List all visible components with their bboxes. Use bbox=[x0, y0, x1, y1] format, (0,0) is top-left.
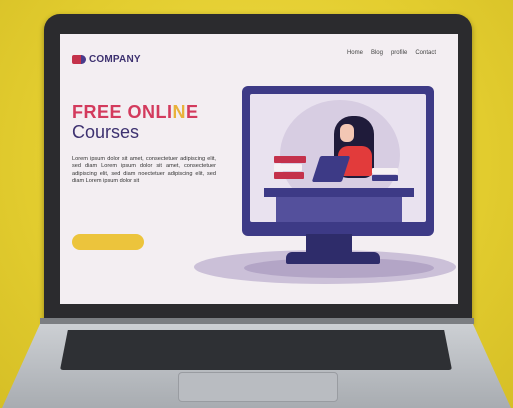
desk-front bbox=[276, 197, 402, 222]
hero-title-part1: FREE ONLI bbox=[72, 102, 173, 122]
hero-title-part2: E bbox=[186, 102, 199, 122]
hero-title: FREE ONLINE bbox=[72, 102, 199, 123]
monitor-display bbox=[250, 94, 426, 222]
cta-button[interactable] bbox=[72, 234, 144, 250]
keyboard[interactable] bbox=[60, 330, 452, 370]
brand-logo[interactable]: COMPANY bbox=[72, 54, 141, 65]
monitor-stand bbox=[306, 234, 352, 254]
woman-face bbox=[340, 124, 354, 142]
nav-item-contact[interactable]: Contact bbox=[415, 50, 436, 56]
book-icon bbox=[372, 168, 398, 174]
book-icon bbox=[274, 164, 302, 171]
brand-name: COMPANY bbox=[89, 54, 141, 65]
trackpad[interactable] bbox=[178, 372, 338, 402]
book-stack-right bbox=[372, 168, 398, 182]
logo-icon bbox=[72, 55, 86, 64]
monitor-base bbox=[286, 252, 380, 264]
book-icon bbox=[372, 175, 398, 181]
nav-item-blog[interactable]: Blog bbox=[371, 50, 383, 56]
nav-item-home[interactable]: Home bbox=[347, 50, 363, 56]
hero-paragraph: Lorem ipsum dolor sit amet, consectetuer… bbox=[72, 156, 216, 185]
book-icon bbox=[274, 172, 304, 179]
nav-item-profile[interactable]: profile bbox=[391, 50, 407, 56]
hero-title-accent: N bbox=[172, 102, 187, 122]
top-nav: Home Blog profile Contact bbox=[347, 50, 436, 56]
book-icon bbox=[274, 156, 306, 163]
hero-subtitle: Courses bbox=[72, 122, 140, 142]
laptop-hinge bbox=[40, 318, 474, 324]
monitor-illustration bbox=[242, 86, 434, 236]
book-stack-left bbox=[274, 156, 306, 180]
desk-top bbox=[264, 188, 414, 197]
laptop-screen: COMPANY Home Blog profile Contact FREE O… bbox=[60, 34, 458, 304]
